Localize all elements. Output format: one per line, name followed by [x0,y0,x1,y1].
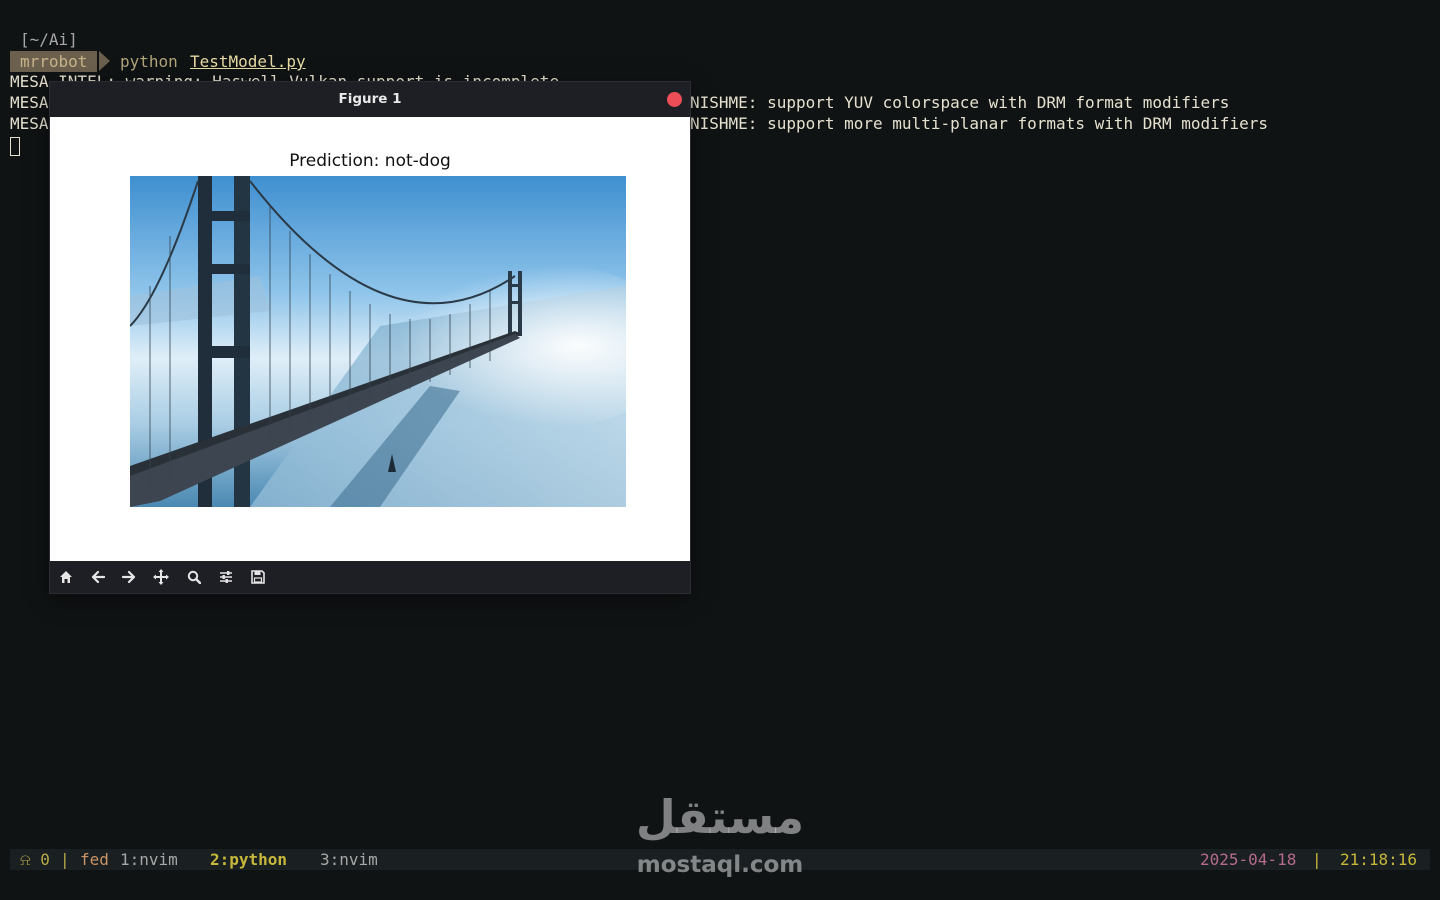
bell-indicator: ⍾ 0 [20,850,50,869]
terminal-line-tail: NISHME: support more multi-planar format… [690,114,1268,133]
status-time: 21:18:16 [1340,850,1418,869]
save-button[interactable] [246,565,270,589]
configure-subplots-icon [220,571,232,583]
window-tab-2[interactable]: 2:python [210,849,287,870]
zoom-button[interactable] [182,565,206,589]
status-date: 2025-04-18 [1200,850,1297,869]
figure-canvas[interactable]: Prediction: not-dog [50,117,690,561]
cwd-label: [~/Ai] [20,30,78,49]
home-button[interactable] [54,565,78,589]
prompt-arrow-icon [99,51,110,71]
plot-title: Prediction: not-dog [289,151,451,171]
close-button[interactable] [667,92,682,107]
terminal-line: MESA [10,114,49,133]
back-button[interactable] [86,565,110,589]
status-separator: | [1312,850,1322,869]
prompt-command: python [120,52,178,71]
window-tab-3[interactable]: 3:nvim [320,849,378,870]
configure-subplots-button[interactable] [214,565,238,589]
forward-button[interactable] [117,565,141,589]
figure-window: Figure 1 Prediction: not-dog [50,82,690,593]
home-icon [60,571,72,583]
pan-icon [153,569,169,585]
figure-toolbar [50,561,690,593]
bridge-image [130,176,626,507]
save-icon [251,570,265,584]
figure-window-title: Figure 1 [338,91,402,107]
terminal-line: MESA [10,93,49,112]
zoom-icon [187,570,201,584]
terminal-line-tail: NISHME: support YUV colorspace with DRM … [690,93,1230,112]
session-name: fed [80,850,109,869]
watermark-url: mostaql.com [636,852,804,878]
terminal-cursor [10,137,20,156]
forward-icon [122,570,136,584]
pan-button[interactable] [149,565,173,589]
back-icon [91,570,105,584]
watermark-logo: مستقل [635,790,805,844]
prompt-command-arg: TestModel.py [190,52,306,71]
window-tab-1[interactable]: 1:nvim [120,849,178,870]
figure-titlebar[interactable]: Figure 1 [50,82,690,117]
prompt-user-segment: mrrobot [10,51,98,72]
status-separator: | [60,850,70,869]
